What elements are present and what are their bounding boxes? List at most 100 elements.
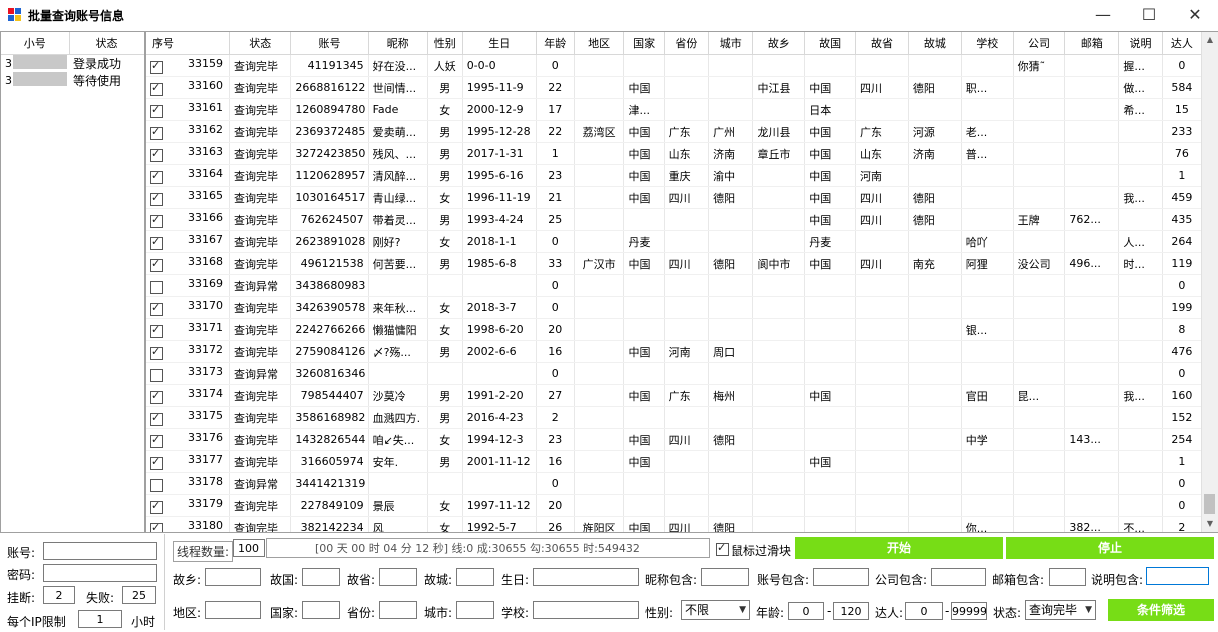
- row-checkbox[interactable]: [150, 521, 163, 532]
- filter-birthday-input[interactable]: [533, 568, 639, 586]
- maximize-button[interactable]: ☐: [1126, 0, 1172, 30]
- col-header-home-country[interactable]: 故国: [804, 32, 857, 55]
- row-checkbox[interactable]: [150, 125, 163, 140]
- filter-expert-min[interactable]: 0: [905, 602, 943, 620]
- col-header-province[interactable]: 省份: [664, 32, 710, 55]
- row-checkbox[interactable]: [150, 499, 163, 514]
- row-checkbox[interactable]: [150, 301, 163, 316]
- row-checkbox[interactable]: [150, 213, 163, 228]
- col-header-hometown[interactable]: 故乡: [752, 32, 806, 55]
- account-row[interactable]: 3 等待使用: [1, 72, 144, 89]
- table-row[interactable]: 33172 查询完毕 2759084126 〆?殇... 男 2002-6-6 16 中国 河南…: [146, 340, 1203, 363]
- filter-province-input[interactable]: [379, 601, 417, 619]
- table-row[interactable]: 33170 查询完毕 3426390578 来年秋... 女 2018-3-7 0 199: [146, 296, 1203, 319]
- cell-id[interactable]: 33169: [146, 274, 231, 297]
- table-row[interactable]: 33177 查询完毕 316605974 安年. 男 2001-11-12 16 中国 中国 1: [146, 450, 1203, 473]
- row-checkbox[interactable]: [150, 147, 163, 162]
- scroll-up-icon[interactable]: ▲: [1202, 32, 1218, 48]
- cell-id[interactable]: 33179: [146, 494, 231, 517]
- col-header-status[interactable]: 状态: [229, 32, 292, 55]
- row-checkbox[interactable]: [150, 103, 163, 118]
- cell-id[interactable]: 33175: [146, 406, 231, 429]
- fail-input[interactable]: 25: [122, 586, 156, 604]
- start-button[interactable]: 开始: [795, 537, 1003, 559]
- cell-id[interactable]: 33180: [146, 516, 231, 532]
- col-header-school[interactable]: 学校: [961, 32, 1014, 55]
- table-row[interactable]: 33162 查询完毕 2369372485 爱卖萌... 男 1995-12-28 22 荔湾…: [146, 120, 1203, 143]
- table-row[interactable]: 33161 查询完毕 1260894780 Fade 女 2000-12-9 17 津... 日…: [146, 98, 1203, 121]
- hang-input[interactable]: 2: [43, 586, 75, 604]
- col-header-birthday[interactable]: 生日: [462, 32, 537, 55]
- filter-account-input[interactable]: [813, 568, 869, 586]
- row-checkbox[interactable]: [150, 345, 163, 360]
- col-header-description[interactable]: 说明: [1118, 32, 1163, 55]
- cell-id[interactable]: 33170: [146, 296, 231, 319]
- filter-button[interactable]: 条件筛选: [1108, 599, 1214, 621]
- filter-country-input[interactable]: [302, 601, 340, 619]
- cell-id[interactable]: 33166: [146, 208, 231, 231]
- cell-id[interactable]: 33176: [146, 428, 231, 451]
- table-row[interactable]: 33171 查询完毕 2242766266 懒猫慵阳 女 1998-6-20 20 银... 8: [146, 318, 1203, 341]
- table-row[interactable]: 33169 查询异常 3438680983 0 0: [146, 274, 1203, 297]
- results-grid[interactable]: 序号 状态 账号 昵称 性别 生日 年龄 地区 国家 省份 城市 故乡 故国 故省 故城 学校 公司 邮箱 说明 达人…: [145, 31, 1218, 533]
- row-checkbox[interactable]: [150, 81, 163, 96]
- thread-input[interactable]: 100: [233, 539, 265, 557]
- account-list[interactable]: 小号 状态 3 登录成功 3 等待使用: [0, 31, 145, 533]
- col-header-nickname[interactable]: 昵称: [368, 32, 428, 55]
- table-row[interactable]: 33159 查询完毕 41191345 好在没... 人妖 0-0-0 0 你猜˜ 握... 0: [146, 54, 1203, 77]
- filter-region-input[interactable]: [205, 601, 261, 619]
- scroll-down-icon[interactable]: ▼: [1202, 516, 1218, 532]
- col-header-gender[interactable]: 性别: [427, 32, 463, 55]
- cell-id[interactable]: 33165: [146, 186, 231, 209]
- col-header-account[interactable]: 账号: [290, 32, 369, 55]
- cell-id[interactable]: 33160: [146, 76, 231, 99]
- filter-nickname-input[interactable]: [701, 568, 749, 586]
- filter-city-input[interactable]: [456, 601, 494, 619]
- row-checkbox[interactable]: [150, 257, 163, 272]
- cell-id[interactable]: 33178: [146, 472, 231, 495]
- account-col-header[interactable]: 小号: [1, 32, 70, 55]
- stop-button[interactable]: 停止: [1006, 537, 1214, 559]
- cell-id[interactable]: 33171: [146, 318, 231, 341]
- filter-home-country-input[interactable]: [302, 568, 340, 586]
- col-header-age[interactable]: 年龄: [536, 32, 575, 55]
- cell-id[interactable]: 33177: [146, 450, 231, 473]
- col-header-region[interactable]: 地区: [574, 32, 625, 55]
- row-checkbox[interactable]: [150, 281, 163, 294]
- table-row[interactable]: 33163 查询完毕 3272423850 残风、... 男 2017-1-31 1 中国 山东…: [146, 142, 1203, 165]
- filter-desc-input[interactable]: [1146, 567, 1209, 585]
- row-checkbox[interactable]: [150, 235, 163, 250]
- slider-checkbox[interactable]: [716, 541, 729, 556]
- col-header-email[interactable]: 邮箱: [1064, 32, 1120, 55]
- filter-age-min[interactable]: 0: [788, 602, 824, 620]
- minimize-button[interactable]: —: [1080, 0, 1126, 30]
- table-row[interactable]: 33175 查询完毕 3586168982 血溅四方. 男 2016-4-23 2 152: [146, 406, 1203, 429]
- cell-id[interactable]: 33173: [146, 362, 231, 385]
- table-row[interactable]: 33167 查询完毕 2623891028 刚好? 女 2018-1-1 0 丹麦 丹麦 哈吖 人.…: [146, 230, 1203, 253]
- row-checkbox[interactable]: [150, 411, 163, 426]
- row-checkbox[interactable]: [150, 433, 163, 448]
- filter-home-province-input[interactable]: [379, 568, 417, 586]
- account-row[interactable]: 3 登录成功: [1, 55, 144, 73]
- ip-limit-input[interactable]: 1: [78, 610, 122, 628]
- cell-id[interactable]: 33168: [146, 252, 231, 275]
- row-checkbox[interactable]: [150, 169, 163, 184]
- close-button[interactable]: ✕: [1172, 0, 1218, 30]
- table-row[interactable]: 33180 查询完毕 382142234 风 女 1992-5-7 26 旌阳区中国 四川 德阳 你…: [146, 516, 1203, 532]
- password-input[interactable]: [43, 564, 157, 582]
- filter-home-city-input[interactable]: [456, 568, 494, 586]
- col-header-city[interactable]: 城市: [708, 32, 754, 55]
- table-row[interactable]: 33176 查询完毕 1432826544 咱↙失... 女 1994-12-3 23 中国 四…: [146, 428, 1203, 451]
- cell-id[interactable]: 33167: [146, 230, 231, 253]
- row-checkbox[interactable]: [150, 59, 163, 74]
- cell-id[interactable]: 33174: [146, 384, 231, 407]
- col-header-id[interactable]: 序号: [146, 32, 231, 55]
- account-col-header[interactable]: 状态: [69, 32, 144, 55]
- table-row[interactable]: 33178 查询异常 3441421319 0 0: [146, 472, 1203, 495]
- filter-school-input[interactable]: [533, 601, 639, 619]
- filter-gender-select[interactable]: 不限 ▼: [681, 600, 750, 620]
- col-header-home-city[interactable]: 故城: [908, 32, 962, 55]
- results-scrollbar[interactable]: ▲ ▼: [1201, 32, 1218, 532]
- table-row[interactable]: 33165 查询完毕 1030164517 青山绿... 女 1996-11-19 21 中国…: [146, 186, 1203, 209]
- table-row[interactable]: 33179 查询完毕 227849109 景辰 女 1997-11-12 20 0: [146, 494, 1203, 517]
